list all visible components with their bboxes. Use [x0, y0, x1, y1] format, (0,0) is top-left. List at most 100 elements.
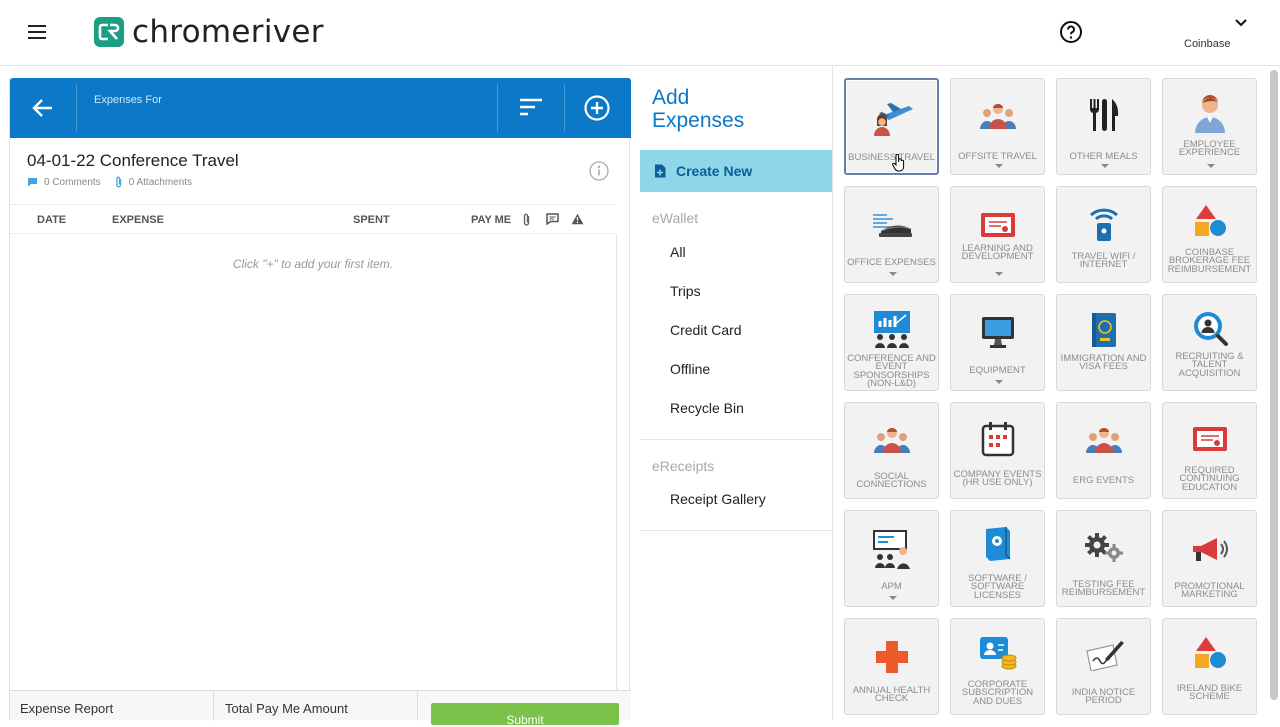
expense-type-tile-company-events-hr-use-only[interactable]: COMPANY EVENTS (HR USE ONLY) — [950, 402, 1045, 499]
column-pay-me[interactable]: PAY ME — [471, 214, 511, 226]
add-expenses-title-line1: Add — [652, 86, 690, 109]
expense-type-tile-learning-and-development[interactable]: LEARNING AND DEVELOPMENT — [950, 186, 1045, 283]
column-spent[interactable]: SPENT — [353, 214, 390, 226]
comment-icon[interactable] — [27, 177, 38, 187]
expense-type-tile-business-travel[interactable]: BUSINESS TRAVEL — [844, 78, 939, 175]
create-new-button[interactable]: Create New — [640, 150, 832, 192]
software-box-icon — [982, 525, 1014, 568]
ereceipts-item-receipt-gallery[interactable]: Receipt Gallery — [670, 491, 766, 507]
shapes-icon — [1192, 203, 1228, 244]
comment-icon — [546, 213, 559, 225]
ewallet-item-trips[interactable]: Trips — [670, 283, 701, 299]
expense-type-tile-india-notice-period[interactable]: INDIA NOTICE PERIOD — [1056, 618, 1151, 715]
tile-label: IMMIGRATION AND VISA FEES — [1060, 353, 1147, 373]
ewallet-header: eWallet — [652, 210, 699, 226]
caret-down-icon[interactable] — [889, 272, 897, 276]
warning-icon — [571, 213, 584, 225]
tile-label: APM — [881, 581, 902, 592]
top-bar: chromeriver Coinbase — [0, 0, 1280, 66]
expenses-for-label: Expenses For — [94, 94, 162, 106]
recruiting-icon — [1191, 309, 1229, 352]
expense-type-tile-employee-experience[interactable]: EMPLOYEE EXPERIENCE — [1162, 78, 1257, 175]
tile-label: COMPANY EVENTS (HR USE ONLY) — [953, 469, 1042, 489]
caret-down-icon[interactable] — [995, 380, 1003, 384]
tile-label: COINBASE BROKERAGE FEE REIMBURSEMENT — [1167, 247, 1252, 275]
tile-label: SOCIAL CONNECTIONS — [856, 471, 927, 491]
paperclip-icon — [523, 213, 530, 226]
certificate-icon — [1191, 425, 1229, 460]
add-expenses-panel: Add Expenses Create New eWallet All Trip… — [640, 66, 833, 720]
submit-button[interactable]: Submit — [431, 703, 619, 727]
tiles-scrollbar[interactable] — [1270, 70, 1278, 700]
expense-type-tile-apm[interactable]: APM — [844, 510, 939, 607]
expense-type-tile-social-connections[interactable]: SOCIAL CONNECTIONS — [844, 402, 939, 499]
ewallet-item-credit-card[interactable]: Credit Card — [670, 322, 742, 338]
caret-down-icon[interactable] — [995, 164, 1003, 168]
expense-type-tile-office-expenses[interactable]: OFFICE EXPENSES — [844, 186, 939, 283]
expense-type-tile-corporate-subscription-and-dues[interactable]: CORPORATE SUBSCRIPTION AND DUES — [950, 618, 1045, 715]
expense-type-tile-promotional-marketing[interactable]: PROMOTIONAL MARKETING — [1162, 510, 1257, 607]
business-travel-icon — [869, 96, 915, 141]
arrow-left-icon — [32, 99, 52, 117]
new-document-icon — [655, 164, 666, 178]
caret-down-icon[interactable] — [1207, 164, 1215, 168]
tile-label: ERG EVENTS — [1072, 475, 1135, 486]
caret-down-icon[interactable] — [889, 596, 897, 600]
sort-button[interactable] — [498, 78, 564, 138]
tile-label: PROMOTIONAL MARKETING — [1174, 581, 1245, 601]
tile-label: OTHER MEALS — [1069, 151, 1138, 162]
wifi-icon — [1087, 203, 1121, 248]
expense-type-tile-travel-wifi-internet[interactable]: TRAVEL WIFI / INTERNET — [1056, 186, 1151, 283]
expense-type-tile-other-meals[interactable]: OTHER MEALS — [1056, 78, 1151, 175]
hamburger-menu-icon[interactable] — [26, 22, 50, 42]
tile-label: EMPLOYEE EXPERIENCE — [1178, 139, 1241, 159]
report-footer: Expense Report Total Pay Me Amount Submi… — [10, 690, 631, 727]
add-expenses-title: Add Expenses — [652, 86, 744, 132]
ewallet-item-offline[interactable]: Offline — [670, 361, 710, 377]
expense-type-tile-immigration-and-visa-fees[interactable]: IMMIGRATION AND VISA FEES — [1056, 294, 1151, 391]
back-button[interactable] — [10, 78, 76, 138]
expense-type-tile-equipment[interactable]: EQUIPMENT — [950, 294, 1045, 391]
medical-cross-icon — [874, 639, 910, 680]
tile-label: IRELAND BIKE SCHEME — [1176, 683, 1243, 703]
caret-down-icon[interactable] — [1101, 164, 1109, 168]
stapler-icon — [871, 209, 913, 244]
help-icon[interactable] — [1059, 20, 1083, 44]
caret-down-icon[interactable] — [995, 272, 1003, 276]
info-icon[interactable] — [589, 161, 609, 181]
attachments-count[interactable]: 0 Attachments — [129, 177, 192, 188]
paperclip-icon[interactable] — [115, 176, 123, 188]
tile-label: RECRUITING & TALENT ACQUISITION — [1175, 351, 1244, 379]
expense-type-tile-software-software-licenses[interactable]: SOFTWARE / SOFTWARE LICENSES — [950, 510, 1045, 607]
tile-label: TRAVEL WIFI / INTERNET — [1071, 251, 1136, 271]
expense-type-tile-testing-fee-reimbursement[interactable]: TESTING FEE REIMBURSEMENT — [1056, 510, 1151, 607]
ewallet-item-all[interactable]: All — [670, 244, 686, 260]
column-expense[interactable]: EXPENSE — [112, 214, 164, 226]
monitor-icon — [980, 315, 1016, 354]
comments-count[interactable]: 0 Comments — [44, 177, 101, 188]
ewallet-item-recycle-bin[interactable]: Recycle Bin — [670, 400, 744, 416]
list-scrollbar[interactable] — [616, 234, 617, 690]
expense-type-tile-recruiting-talent-acquisition[interactable]: RECRUITING & TALENT ACQUISITION — [1162, 294, 1257, 391]
expense-type-tile-erg-events[interactable]: ERG EVENTS — [1056, 402, 1151, 499]
expense-type-tile-coinbase-brokerage-fee-reimbursement[interactable]: COINBASE BROKERAGE FEE REIMBURSEMENT — [1162, 186, 1257, 283]
expense-type-tile-offsite-travel[interactable]: OFFSITE TRAVEL — [950, 78, 1045, 175]
expense-type-tile-required-continuing-education[interactable]: REQUIRED CONTINUING EDUCATION — [1162, 402, 1257, 499]
add-expense-button[interactable] — [564, 78, 630, 138]
hand-cursor-icon — [892, 153, 906, 177]
megaphone-icon — [1189, 535, 1231, 570]
expense-type-tile-ireland-bike-scheme[interactable]: IRELAND BIKE SCHEME — [1162, 618, 1257, 715]
chromeriver-logo[interactable]: chromeriver — [94, 14, 324, 50]
passport-icon — [1089, 311, 1119, 354]
expense-type-tile-conference-and-event-sponsorships-non-l-d[interactable]: CONFERENCE AND EVENT SPONSORSHIPS (NON-L… — [844, 294, 939, 391]
fork-knife-icon — [1087, 97, 1121, 138]
expense-type-grid: BUSINESS TRAVEL OFFSITE TRAVEL OTHER MEALS… — [834, 66, 1280, 720]
certificate-icon — [979, 211, 1017, 246]
column-date[interactable]: DATE — [37, 214, 66, 226]
chevron-down-icon — [1235, 19, 1247, 27]
conference-icon — [872, 309, 912, 354]
expense-type-tile-annual-health-check[interactable]: ANNUAL HEALTH CHECK — [844, 618, 939, 715]
expense-report-label: Expense Report — [20, 701, 114, 716]
tile-label: LEARNING AND DEVELOPMENT — [961, 243, 1034, 263]
account-switcher[interactable]: Coinbase — [1168, 18, 1258, 54]
